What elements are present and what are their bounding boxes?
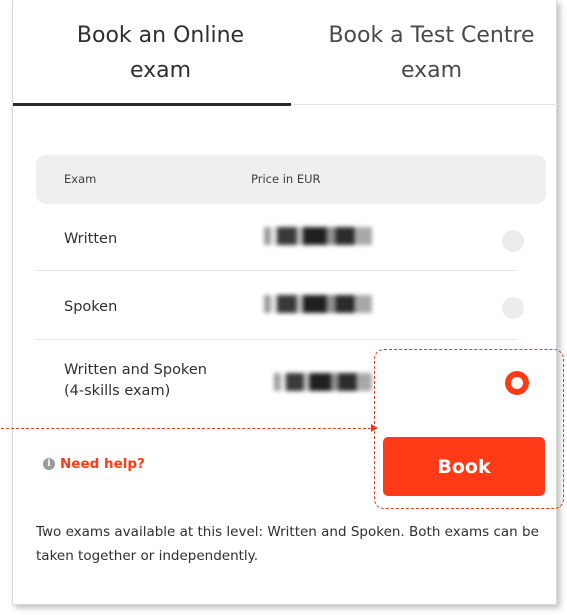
annotation-arrow-line (1, 428, 376, 429)
exam-label: Spoken (64, 297, 117, 318)
radio-spoken[interactable] (502, 297, 524, 319)
tab-test-centre-exam-line2: exam (400, 58, 463, 83)
info-icon: i (43, 458, 55, 470)
exam-label-line1: Written and Spoken (64, 362, 207, 378)
tab-test-centre-exam[interactable]: Book a Test Centre exam (309, 18, 554, 88)
exam-row-spoken[interactable]: Spoken (36, 272, 524, 340)
exam-label-line2: (4-skills exam) (64, 383, 171, 399)
tabs-divider (291, 104, 558, 105)
exam-label: Written and Spoken (4-skills exam) (64, 360, 207, 402)
annotation-highlight-box (374, 349, 564, 509)
annotation-arrow-head (371, 424, 378, 432)
price-redacted (264, 295, 372, 313)
column-header-price: Price in EUR (251, 172, 321, 186)
need-help-label: Need help? (60, 456, 145, 472)
price-redacted (274, 373, 372, 391)
exam-type-tabs: Book an Online exam Book a Test Centre e… (13, 0, 558, 108)
tab-online-exam-line2: exam (129, 58, 192, 83)
active-tab-underline (13, 103, 291, 106)
tab-test-centre-exam-line1: Book a Test Centre (328, 23, 535, 48)
exam-label-line1: Spoken (64, 299, 118, 315)
booking-card: Book an Online exam Book a Test Centre e… (1, 0, 564, 605)
need-help-link[interactable]: i Need help? (43, 456, 145, 472)
table-header: Exam Price in EUR (36, 155, 546, 204)
tab-online-exam-line1: Book an Online (76, 23, 245, 48)
exam-label-line1: Written (64, 231, 118, 247)
radio-written[interactable] (502, 230, 524, 252)
exam-label: Written (64, 229, 117, 250)
exam-row-written[interactable]: Written (36, 205, 524, 271)
price-redacted (264, 227, 372, 245)
tab-online-exam[interactable]: Book an Online exam (33, 18, 288, 88)
column-header-exam: Exam (64, 172, 97, 186)
availability-note: Two exams available at this level: Writt… (36, 524, 539, 564)
